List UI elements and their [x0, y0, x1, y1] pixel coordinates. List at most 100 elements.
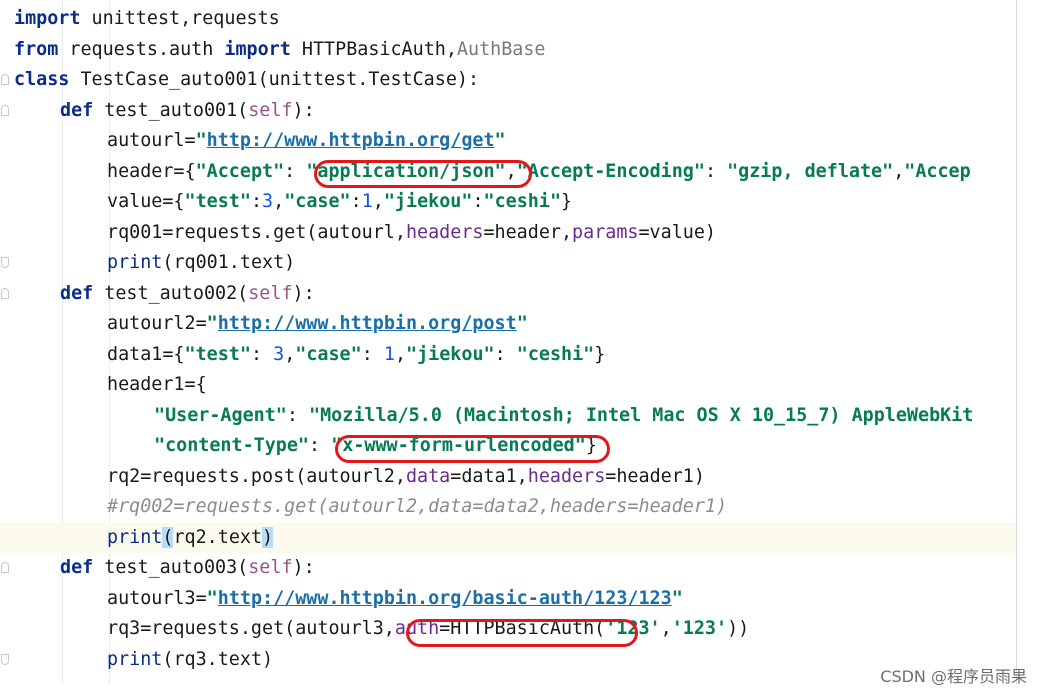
code-line[interactable]: autourl3="http://www.httpbin.org/basic-a…: [0, 584, 1016, 614]
code-token: import: [14, 8, 81, 29]
code-token: }: [561, 191, 573, 212]
code-token: =data1,: [450, 465, 528, 487]
code-token: print: [107, 252, 163, 273]
code-line[interactable]: print(rq3.text): [0, 645, 1016, 675]
code-text: rq001=requests.get(autourl,headers=heade…: [107, 218, 716, 248]
fold-end-icon[interactable]: [1, 257, 9, 268]
code-text: autourl2="http://www.httpbin.org/post": [107, 309, 528, 339]
code-token: print: [107, 526, 163, 548]
code-token: 3: [273, 343, 285, 365]
code-token: AuthBase: [456, 38, 546, 60]
fold-collapse-icon[interactable]: [1, 562, 9, 573]
code-token: autourl3=: [107, 587, 207, 609]
code-token: class: [14, 69, 70, 90]
code-line[interactable]: header1={: [0, 370, 1016, 400]
code-token: rq2.text: [173, 526, 263, 548]
code-line[interactable]: value={"test":3,"case":1,"jiekou":"ceshi…: [0, 187, 1016, 217]
code-line[interactable]: def test_auto003(self):: [0, 553, 1016, 583]
code-token: HTTPBasicAuth,: [290, 38, 457, 60]
code-text: import unittest,requests: [14, 4, 280, 34]
code-token: data1={: [107, 343, 185, 365]
code-token: self: [248, 557, 293, 578]
code-token: ,: [660, 618, 672, 639]
code-token: rq001=requests.get(autourl,: [107, 221, 406, 243]
code-token: auth: [394, 618, 440, 639]
code-token: unittest,requests: [80, 8, 280, 29]
code-line[interactable]: autourl2="http://www.httpbin.org/post": [0, 309, 1016, 339]
code-text: print(rq2.text): [107, 523, 274, 553]
code-token: print: [107, 648, 163, 670]
code-token: 1: [383, 343, 395, 365]
code-token: #rq002=requests.get(autourl2,data=data2,…: [107, 496, 728, 517]
fold-collapse-icon[interactable]: [1, 104, 9, 116]
code-token: params: [572, 221, 639, 243]
code-token: http://www.httpbin.org/get: [206, 130, 495, 151]
code-token: ": [206, 313, 218, 334]
code-token: def: [60, 99, 94, 121]
code-line[interactable]: def test_auto002(self):: [0, 279, 1016, 309]
code-line[interactable]: "content-Type": "x-www-form-urlencoded"}: [0, 431, 1016, 461]
code-text: class TestCase_auto001(unittest.TestCase…: [14, 65, 479, 95]
code-token: :: [250, 191, 263, 212]
code-token: "Accept": [195, 160, 285, 182]
code-token: "test": [184, 343, 251, 365]
watermark: CSDN @程序员雨果: [880, 667, 1027, 686]
code-line[interactable]: def test_auto001(self):: [0, 96, 1016, 126]
code-line[interactable]: rq001=requests.get(autourl,headers=heade…: [0, 218, 1016, 248]
code-token: "case": [284, 191, 351, 212]
code-token: ": [671, 587, 683, 609]
code-line[interactable]: rq3=requests.get(autourl3,auth=HTTPBasic…: [0, 614, 1016, 644]
code-line[interactable]: print(rq2.text): [0, 522, 1016, 553]
code-token: self: [248, 99, 293, 121]
code-token: ": [494, 130, 506, 151]
code-token: '123': [605, 618, 661, 639]
code-token: "User-Agent": [154, 404, 287, 426]
code-token: ):: [292, 282, 315, 304]
code-token: from: [14, 38, 59, 60]
code-text: #rq002=requests.get(autourl2,data=data2,…: [107, 492, 727, 522]
code-token: ): [262, 526, 274, 548]
code-editor[interactable]: import unittest,requests from requests.au…: [0, 0, 1017, 684]
code-token: (: [162, 526, 174, 548]
code-token: header={: [107, 160, 196, 182]
code-text: rq3=requests.get(autourl3,auth=HTTPBasic…: [107, 614, 749, 644]
code-token: ": [516, 313, 528, 334]
code-text: def test_auto002(self):: [60, 279, 315, 309]
code-token: headers: [527, 465, 606, 487]
code-line[interactable]: autourl="http://www.httpbin.org/get": [0, 126, 1016, 156]
code-token: "Mozilla/5.0 (Macintosh; Intel Mac OS X …: [309, 404, 974, 426]
code-line[interactable]: rq2=requests.post(autourl2,data=data1,he…: [0, 462, 1016, 492]
code-token: ,: [284, 343, 296, 365]
code-token: rq2=requests.post(autourl2,: [107, 465, 406, 487]
fold-collapse-icon[interactable]: [1, 74, 9, 85]
fold-collapse-icon[interactable]: [1, 287, 9, 299]
code-text: value={"test":3,"case":1,"jiekou":"ceshi…: [107, 187, 572, 217]
code-text: print(rq3.text): [107, 645, 273, 675]
code-token: ,: [505, 160, 517, 182]
code-line[interactable]: import unittest,requests: [0, 4, 1016, 34]
code-token: :: [284, 160, 307, 182]
code-token: def: [60, 282, 94, 304]
code-token: "ceshi": [516, 343, 595, 365]
code-token: "Accept-Encoding": [516, 160, 705, 182]
code-token: }: [594, 343, 606, 365]
code-line[interactable]: from requests.auth import HTTPBasicAuth,…: [0, 35, 1016, 65]
code-token: "jiekou": [406, 343, 495, 365]
code-token: test_auto003(: [93, 557, 249, 578]
code-line[interactable]: data1={"test": 3,"case": 1,"jiekou": "ce…: [0, 340, 1016, 370]
code-token: ):: [292, 99, 315, 121]
code-token: http://www.httpbin.org/basic-auth/123/12…: [217, 587, 672, 609]
code-line[interactable]: #rq002=requests.get(autourl2,data=data2,…: [0, 492, 1016, 522]
code-text: autourl="http://www.httpbin.org/get": [107, 126, 506, 156]
code-token: ,: [893, 160, 905, 182]
code-line[interactable]: class TestCase_auto001(unittest.TestCase…: [0, 65, 1016, 95]
code-token: :: [250, 343, 274, 365]
code-line[interactable]: header={"Accept": "application/json","Ac…: [0, 157, 1016, 187]
fold-end-icon[interactable]: [1, 653, 9, 665]
code-token: :: [286, 404, 310, 426]
code-token: :: [350, 191, 362, 212]
code-line[interactable]: "User-Agent": "Mozilla/5.0 (Macintosh; I…: [0, 401, 1016, 431]
code-token: requests.auth: [58, 38, 225, 60]
code-line[interactable]: print(rq001.text): [0, 248, 1016, 278]
code-token: ": [206, 587, 218, 609]
